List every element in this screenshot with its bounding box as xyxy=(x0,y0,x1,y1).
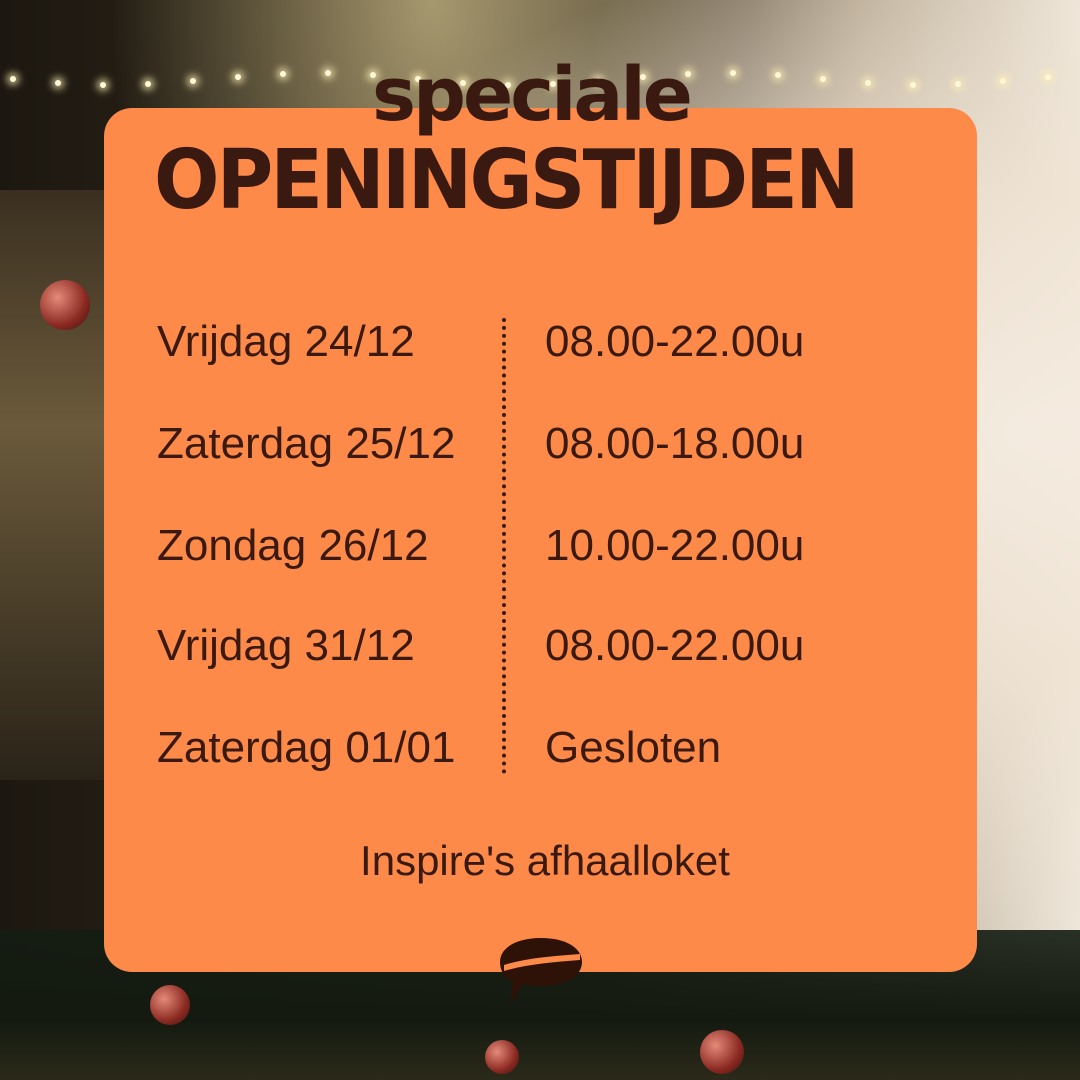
title-speciale: speciale xyxy=(372,52,693,138)
light-bulb-icon xyxy=(775,72,781,79)
light-bulb-icon xyxy=(325,70,331,77)
light-bulb-icon xyxy=(865,80,871,87)
ornament-icon xyxy=(485,1040,519,1074)
light-bulb-icon xyxy=(820,76,826,83)
ornament-icon xyxy=(40,280,90,330)
title-openingstijden: OPENINGSTIJDEN xyxy=(154,133,860,228)
location-label: Inspire's afhaalloket xyxy=(360,837,730,884)
light-bulb-icon xyxy=(145,81,151,88)
light-bulb-icon xyxy=(1000,77,1006,84)
ornament-icon xyxy=(150,985,190,1025)
light-bulb-icon xyxy=(10,76,16,82)
light-bulb-icon xyxy=(730,70,736,77)
light-bulb-icon xyxy=(100,81,106,88)
speech-bubble-logo-icon xyxy=(496,932,586,1012)
light-bulb-icon xyxy=(55,79,61,86)
shop-window xyxy=(0,190,104,780)
light-bulb-icon xyxy=(955,81,961,88)
light-bulb-icon xyxy=(910,81,916,88)
light-bulb-icon xyxy=(190,78,196,84)
light-bulb-icon xyxy=(280,70,286,77)
light-bulb-icon xyxy=(235,73,241,80)
light-bulb-icon xyxy=(1045,73,1051,80)
ornament-icon xyxy=(700,1030,744,1074)
